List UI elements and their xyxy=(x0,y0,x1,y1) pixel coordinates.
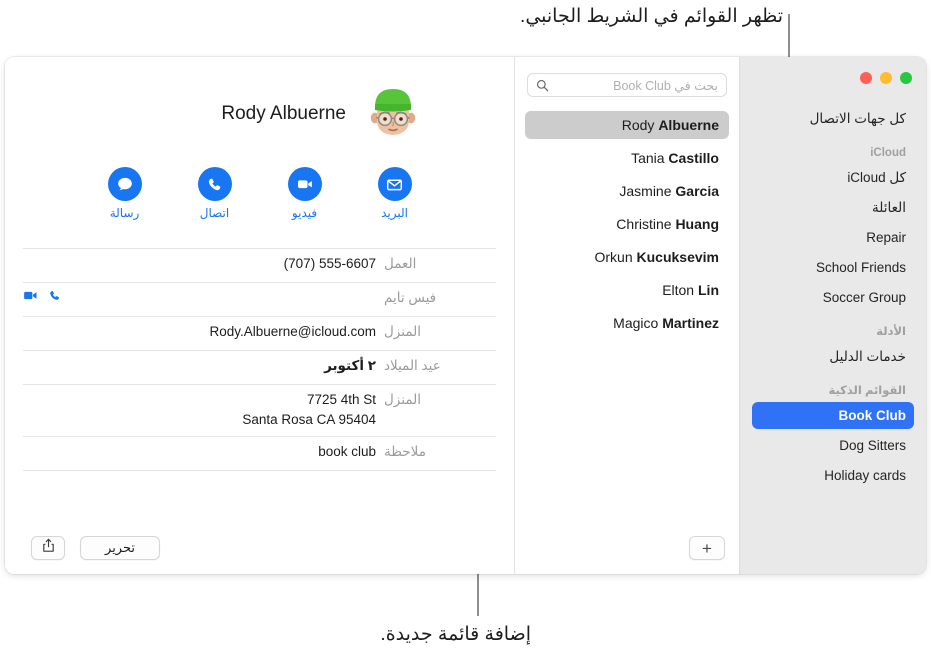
contact-list-item-jasmine-garcia[interactable]: Jasmine Garcia xyxy=(525,177,729,205)
share-button[interactable] xyxy=(31,536,65,560)
sidebar-item-family[interactable]: العائلة xyxy=(752,194,914,221)
phone-action-button[interactable]: اتصال xyxy=(189,167,241,220)
facetime-icons xyxy=(23,288,376,308)
contact-detail-panel: Rody Albuerne البريد فيديو اتصال رسالة ا… xyxy=(5,57,514,574)
contact-first-name: Orkun xyxy=(594,249,633,265)
contact-last-name: Lin xyxy=(698,282,719,298)
sidebar-item-school-friends[interactable]: School Friends xyxy=(752,254,914,281)
screenshot-stage: تظهر القوائم في الشريط الجانبي. إضافة قا… xyxy=(0,0,931,652)
message-action-button[interactable]: رسالة xyxy=(99,167,151,220)
video-action-label: فيديو xyxy=(291,206,318,220)
field-value-home-address: 7725 4th St Santa Rosa CA 95404 xyxy=(23,390,376,430)
field-row-work-phone[interactable]: العمل (707) 555-6607 xyxy=(23,248,496,283)
contact-name: Rody Albuerne xyxy=(221,103,346,124)
contact-list-item-tania-castillo[interactable]: Tania Castillo xyxy=(525,144,729,172)
contact-list-item-rody-albuerne[interactable]: Rody Albuerne xyxy=(525,111,729,139)
contact-first-name: Christine xyxy=(616,216,672,232)
field-row-home-address[interactable]: المنزل 7725 4th St Santa Rosa CA 95404 xyxy=(23,385,496,437)
minimize-button[interactable] xyxy=(880,72,892,84)
sidebar-item-dog-sitters[interactable]: Dog Sitters xyxy=(752,432,914,459)
sidebar-item-directory-services[interactable]: خدمات الدليل xyxy=(752,343,914,370)
facetime-audio-icon[interactable] xyxy=(48,288,61,308)
message-action-label: رسالة xyxy=(109,206,140,220)
sidebar-list: كل جهات الاتصال iCloud كل iCloud العائلة… xyxy=(740,105,926,492)
mail-action-label: البريد xyxy=(381,206,408,220)
contact-last-name: Garcia xyxy=(675,183,719,199)
field-row-home-email[interactable]: المنزل Rody.Albuerne@icloud.com xyxy=(23,317,496,351)
contact-list-item-elton-lin[interactable]: Elton Lin xyxy=(525,276,729,304)
zoom-button[interactable] xyxy=(860,72,872,84)
callout-bottom-text: إضافة قائمة جديدة. xyxy=(380,624,531,645)
contact-first-name: Jasmine xyxy=(619,183,672,199)
contact-last-name: Albuerne xyxy=(658,117,719,133)
phone-action-label: اتصال xyxy=(199,206,230,220)
contact-first-name: Magico xyxy=(613,315,659,331)
callout-bottom-leader-line xyxy=(477,572,479,616)
field-value-work-phone: (707) 555-6607 xyxy=(283,256,376,271)
search-icon xyxy=(536,79,549,92)
search-input[interactable]: بحث في Book Club xyxy=(527,73,727,97)
video-icon xyxy=(287,167,322,201)
video-action-button[interactable]: فيديو xyxy=(279,167,331,220)
add-list-button[interactable]: + xyxy=(689,536,725,560)
sidebar-group-header-smart-lists: القوائم الذكية xyxy=(828,385,906,397)
contact-first-name: Rody xyxy=(621,117,655,133)
contact-fields: العمل (707) 555-6607 فيس تايم المنزل Rod… xyxy=(23,248,496,471)
contact-last-name: Kucuksevim xyxy=(636,249,719,265)
field-label-birthday: عيد الميلاد xyxy=(384,358,441,373)
callout-top-text: تظهر القوائم في الشريط الجانبي. xyxy=(520,6,783,27)
sidebar-item-repair[interactable]: Repair xyxy=(752,224,914,251)
edit-button[interactable]: تحرير xyxy=(80,536,160,560)
contact-last-name: Martinez xyxy=(662,315,719,331)
field-label-home-address: المنزل xyxy=(384,392,421,407)
field-row-birthday[interactable]: عيد الميلاد ٢ أكتوبر xyxy=(23,351,496,385)
address-line: Santa Rosa CA 95404 xyxy=(242,412,376,427)
window-traffic-lights xyxy=(860,72,912,84)
field-label-home-email: المنزل xyxy=(384,324,421,339)
detail-bottom-toolbar: تحرير xyxy=(5,524,514,574)
callout-top-leader-line xyxy=(788,14,790,62)
facetime-video-icon[interactable] xyxy=(23,288,38,308)
contact-first-name: Tania xyxy=(631,150,665,166)
edit-button-label: تحرير xyxy=(105,540,135,555)
contact-list-column: بحث في Book Club Rody Albuerne Tania Cas… xyxy=(514,57,739,574)
sidebar: كل جهات الاتصال iCloud كل iCloud العائلة… xyxy=(739,57,926,574)
field-value-birthday: ٢ أكتوبر xyxy=(324,358,376,373)
contact-list-item-christine-huang[interactable]: Christine Huang xyxy=(525,210,729,238)
contact-list: Rody Albuerne Tania Castillo Jasmine Gar… xyxy=(515,97,739,337)
share-icon xyxy=(42,538,55,558)
mail-icon xyxy=(377,167,412,201)
address-line: 7725 4th St xyxy=(306,392,376,407)
field-label-facetime: فيس تايم xyxy=(384,290,437,305)
field-label-note: ملاحظة xyxy=(384,444,426,459)
sidebar-item-all-icloud[interactable]: كل iCloud xyxy=(752,164,914,191)
sidebar-item-all-contacts[interactable]: كل جهات الاتصال xyxy=(752,105,914,132)
search-container: بحث في Book Club xyxy=(515,57,739,97)
field-row-note[interactable]: ملاحظة book club xyxy=(23,437,496,471)
contact-first-name: Elton xyxy=(662,282,695,298)
phone-icon xyxy=(197,167,232,201)
sidebar-item-book-club[interactable]: Book Club xyxy=(752,402,914,429)
sidebar-group-header-directories: الأدلة xyxy=(876,326,906,338)
sidebar-item-soccer-group[interactable]: Soccer Group xyxy=(752,284,914,311)
contact-last-name: Castillo xyxy=(668,150,719,166)
plus-icon: + xyxy=(702,538,712,558)
message-icon xyxy=(107,167,142,201)
field-row-facetime[interactable]: فيس تايم xyxy=(23,283,496,317)
field-value-home-email: Rody.Albuerne@icloud.com xyxy=(209,324,376,339)
sidebar-item-holiday-cards[interactable]: Holiday cards xyxy=(752,462,914,489)
search-placeholder: بحث في Book Club xyxy=(613,78,718,93)
memoji-avatar[interactable] xyxy=(364,85,422,143)
field-label-work: العمل xyxy=(384,256,417,271)
contacts-app-window: كل جهات الاتصال iCloud كل iCloud العائلة… xyxy=(5,57,926,574)
contact-list-item-orkun-kucuksevim[interactable]: Orkun Kucuksevim xyxy=(525,243,729,271)
mail-action-button[interactable]: البريد xyxy=(369,167,421,220)
contact-action-buttons: البريد فيديو اتصال رسالة xyxy=(5,143,514,220)
sidebar-group-header-icloud: iCloud xyxy=(870,147,906,159)
contact-last-name: Huang xyxy=(675,216,719,232)
close-button[interactable] xyxy=(900,72,912,84)
contact-detail-header: Rody Albuerne xyxy=(5,57,514,143)
contact-list-item-magico-martinez[interactable]: Magico Martinez xyxy=(525,309,729,337)
field-value-note: book club xyxy=(318,444,376,459)
